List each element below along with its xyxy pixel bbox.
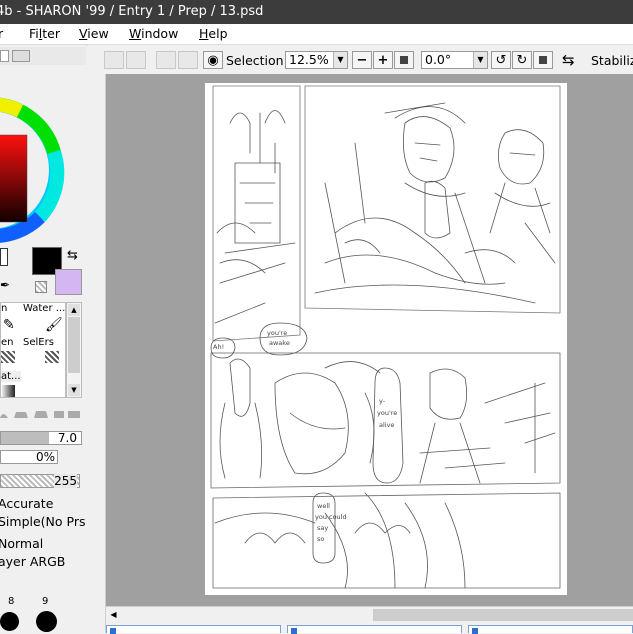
menu-help[interactable]: Help	[199, 26, 228, 41]
bubble-awake-line2: awake	[269, 339, 290, 347]
brush-shape-row	[0, 406, 82, 420]
size-preset-8[interactable]	[0, 612, 19, 631]
scroll-thumb[interactable]	[373, 609, 633, 621]
bubble-say-line3: say	[317, 524, 328, 532]
panel-button-icon[interactable]	[0, 50, 9, 62]
rotation-select[interactable]: 0.0° ▼	[421, 51, 488, 69]
saturation-square[interactable]	[0, 134, 28, 223]
menu-window[interactable]: Window	[129, 26, 178, 41]
scroll-thumb[interactable]	[68, 317, 80, 373]
size-preset-label-8: 8	[8, 596, 15, 607]
canvas-toolbar: ◉ Selection 12.5% ▼ − + 0.0° ▼ ↺ ↻ ⇆ Sta…	[86, 46, 633, 75]
simple-option[interactable]: Simple(No Prs.)	[0, 514, 86, 529]
rotation-reset-button[interactable]	[533, 51, 553, 69]
brush-size-value: 7.0	[57, 431, 77, 445]
flip-horizontal-icon[interactable]: ⇆	[562, 51, 575, 69]
bubble-say-line2: you could	[315, 513, 347, 521]
blend-mode-select[interactable]: Normal	[0, 536, 43, 551]
transparent-icon[interactable]	[0, 248, 8, 266]
scroll-up-icon[interactable]: ▲	[68, 304, 80, 316]
tool-grid-scrollbar[interactable]: ▲ ▼	[66, 302, 82, 398]
deselect-button[interactable]	[156, 51, 176, 69]
file-tab-1[interactable]	[106, 625, 281, 634]
rotate-right-button[interactable]: ↻	[512, 51, 532, 69]
eye-icon[interactable]: ◉	[203, 51, 223, 69]
brush-density-value: 0%	[35, 450, 55, 464]
panel-splitter[interactable]	[86, 74, 106, 633]
menu-layer[interactable]: r	[0, 26, 3, 41]
layer-type-label: ayer ARGB	[0, 554, 66, 569]
accurate-option[interactable]: Accurate	[0, 496, 53, 511]
blending-slider[interactable]: 255	[0, 474, 80, 488]
rotate-left-button[interactable]: ↺	[491, 51, 511, 69]
menu-filter[interactable]: Filter	[29, 26, 60, 41]
transparent-color-icon[interactable]	[35, 281, 47, 293]
size-preset-9[interactable]	[36, 611, 57, 632]
size-preset-label-9: 9	[42, 596, 49, 607]
menu-view[interactable]: View	[79, 26, 109, 41]
swap-colors-icon[interactable]: ⇆	[67, 248, 78, 263]
selection-label[interactable]: Selection	[226, 53, 284, 68]
canvas-viewport[interactable]: you're awake Ah! y- you're alive well yo…	[106, 74, 633, 606]
background-color-swatch[interactable]	[55, 269, 82, 295]
bubble-say-line4: so	[317, 535, 324, 543]
chevron-down-icon[interactable]: ▼	[333, 52, 347, 68]
window-title-bar: 4b - SHARON '99 / Entry 1 / Prep / 13.ps…	[0, 0, 633, 24]
zoom-reset-button[interactable]	[394, 51, 414, 69]
zoom-out-button[interactable]: −	[352, 51, 372, 69]
canvas-horizontal-scrollbar[interactable]: ◀	[106, 606, 633, 623]
watercolor-icon: 🖌	[45, 317, 63, 333]
chevron-down-icon[interactable]: ▼	[473, 52, 487, 68]
invert-selection-button[interactable]	[178, 51, 198, 69]
bubble-ah: Ah!	[213, 343, 224, 351]
blending-value: 255	[54, 474, 77, 488]
window-title: 4b - SHARON '99 / Entry 1 / Prep / 13.ps…	[0, 4, 264, 19]
zoom-value: 12.5%	[289, 52, 329, 67]
brush-size-slider[interactable]: 7.0	[0, 431, 82, 445]
color-wheel-toggle-icon[interactable]	[12, 50, 30, 62]
bubble-alive-line1: y-	[379, 397, 386, 405]
file-tab-icon	[110, 628, 116, 634]
undo-button[interactable]	[104, 51, 124, 69]
bubble-awake-line1: you're	[267, 329, 287, 337]
bubble-alive-line2: you're	[377, 409, 397, 417]
zoom-in-button[interactable]: +	[373, 51, 393, 69]
file-tab-icon	[472, 628, 478, 634]
bubble-say-line1: well	[317, 502, 330, 510]
canvas-page[interactable]: you're awake Ah! y- you're alive well yo…	[205, 83, 567, 595]
pencil-pattern-icon	[1, 351, 15, 363]
gradient-icon	[1, 385, 15, 397]
left-tool-panel: ⇆ ✒ n Water ... ✎ 🖌 en SelErs at... ▲ ▼ …	[0, 45, 87, 633]
tool-selection-eraser[interactable]: SelErs	[23, 337, 54, 348]
pen-icon: ✎	[3, 317, 15, 333]
rotation-value: 0.0°	[425, 52, 452, 67]
brush-shape-icons[interactable]	[0, 406, 82, 420]
panel-header	[0, 47, 86, 65]
brush-size-presets: 8 9	[0, 593, 86, 633]
sketch-drawing[interactable]: you're awake Ah! y- you're alive well yo…	[205, 83, 567, 595]
tool-pencil[interactable]: en	[1, 337, 14, 348]
hue-ring-yellow	[0, 97, 24, 118]
tool-pen[interactable]: n	[1, 303, 7, 314]
file-tab-2[interactable]	[287, 625, 462, 634]
tool-grid: n Water ... ✎ 🖌 en SelErs at...	[0, 302, 66, 398]
color-wheel[interactable]	[0, 67, 86, 267]
brush-density-slider[interactable]: 0%	[0, 450, 58, 464]
zoom-select[interactable]: 12.5% ▼	[285, 51, 348, 69]
selection-eraser-icon	[45, 351, 59, 363]
file-tabs	[106, 622, 633, 634]
pen-small-icon[interactable]: ✒	[0, 278, 10, 292]
tool-misc[interactable]: at...	[1, 371, 21, 382]
scroll-down-icon[interactable]: ▼	[68, 384, 80, 396]
redo-button[interactable]	[126, 51, 146, 69]
menu-bar: r Filter View Window Help	[0, 24, 633, 45]
file-tab-icon	[291, 628, 297, 634]
bubble-alive-line3: alive	[379, 421, 394, 429]
stabilizer-label: Stabilize	[591, 53, 633, 68]
tool-watercolor[interactable]: Water ...	[23, 303, 65, 314]
scroll-left-icon[interactable]: ◀	[108, 609, 119, 621]
file-tab-3[interactable]	[468, 625, 633, 634]
